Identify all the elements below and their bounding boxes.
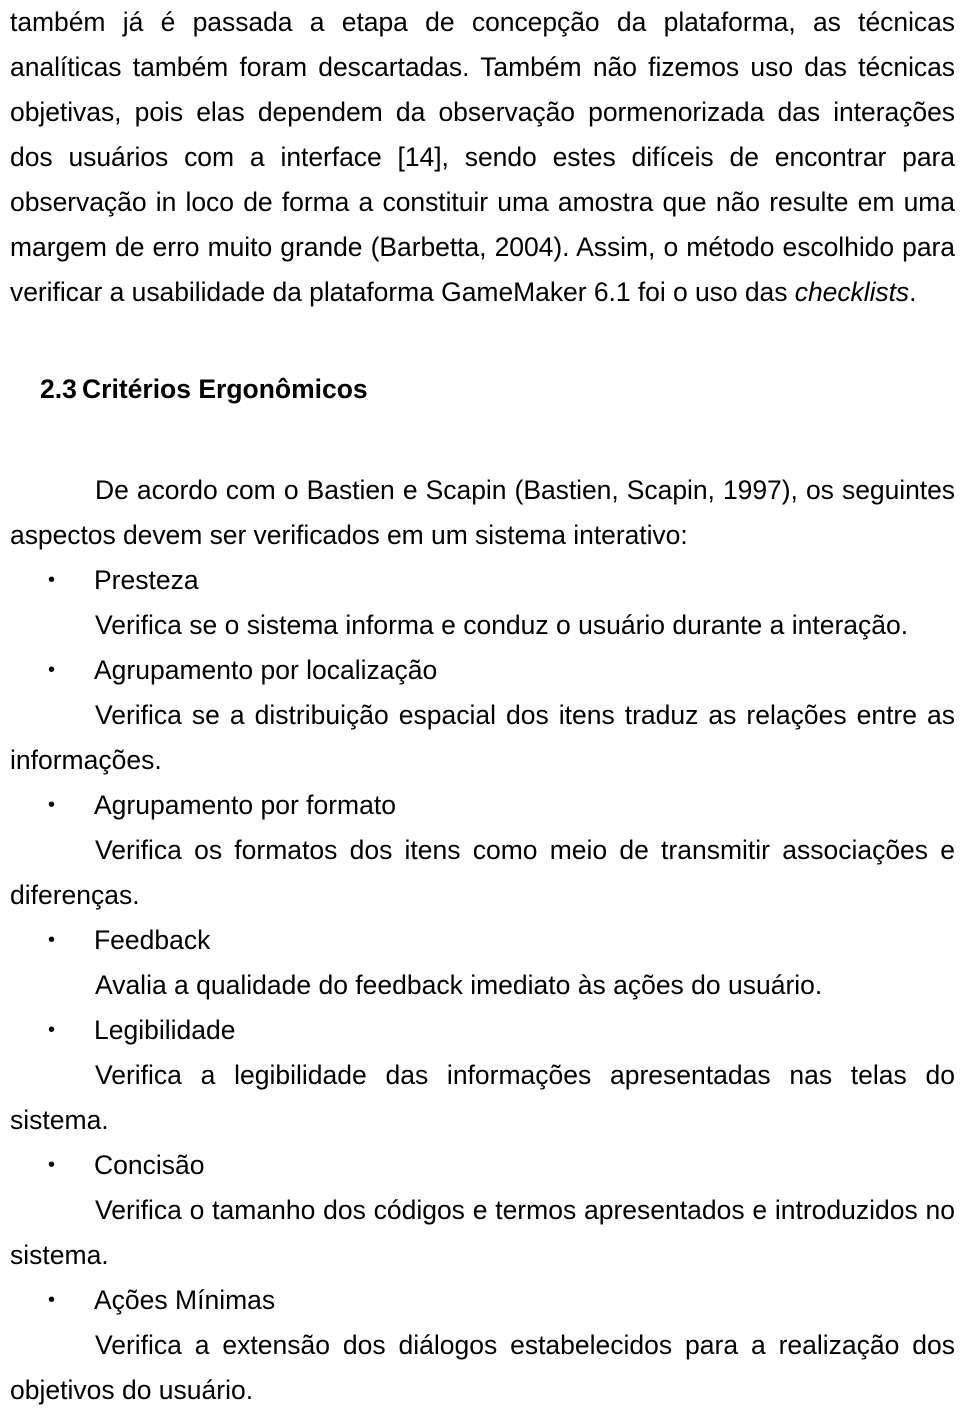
intro-paragraph: também já é passada a etapa de concepção… xyxy=(10,0,955,315)
list-item: • Agrupamento por formato Verifica os fo… xyxy=(10,783,955,918)
criterion-description: Verifica a legibilidade das informações … xyxy=(10,1060,955,1135)
criterion-term: Legibilidade xyxy=(94,1015,236,1045)
criteria-list: • Presteza Verifica se o sistema informa… xyxy=(10,558,955,1413)
criterion-term-row: • Legibilidade xyxy=(10,1008,955,1053)
criterion-term: Feedback xyxy=(94,925,211,955)
intro-paragraph-italic-term: checklists xyxy=(794,277,910,307)
bullet-icon: • xyxy=(48,1154,56,1176)
criterion-term-row: • Feedback xyxy=(10,918,955,963)
criterion-term: Ações Mínimas xyxy=(94,1285,276,1315)
criterion-description: Verifica a extensão dos diálogos estabel… xyxy=(10,1330,955,1405)
criterion-description: Verifica se a distribuição espacial dos … xyxy=(10,700,955,775)
criterion-description: Verifica se o sistema informa e conduz o… xyxy=(95,610,909,640)
criterion-description: Verifica os formatos dos itens como meio… xyxy=(10,835,955,910)
bullet-icon: • xyxy=(48,569,56,591)
bullet-icon: • xyxy=(48,1019,56,1041)
intro-paragraph-tail: . xyxy=(909,277,917,307)
lead-paragraph: De acordo com o Bastien e Scapin (Bastie… xyxy=(10,475,955,550)
list-item: • Presteza Verifica se o sistema informa… xyxy=(10,558,955,648)
section-heading: 2.3 Critérios Ergonômicos xyxy=(10,367,955,412)
criterion-term-row: • Agrupamento por formato xyxy=(10,783,955,828)
criterion-term-row: • Agrupamento por localização xyxy=(10,648,955,693)
criterion-description: Verifica o tamanho dos códigos e termos … xyxy=(10,1195,955,1270)
list-item: • Concisão Verifica o tamanho dos código… xyxy=(10,1143,955,1278)
criterion-term-row: • Concisão xyxy=(10,1143,955,1188)
bullet-icon: • xyxy=(48,929,56,951)
list-item: • Ações Mínimas Verifica a extensão dos … xyxy=(10,1278,955,1413)
criterion-term-row: • Ações Mínimas xyxy=(10,1278,955,1323)
criterion-term: Presteza xyxy=(94,565,199,595)
bullet-icon: • xyxy=(48,794,56,816)
spacer-after-heading xyxy=(10,412,955,468)
spacer-before-heading xyxy=(10,315,955,367)
section-number: 2.3 xyxy=(40,374,77,404)
bullet-icon: • xyxy=(48,1289,56,1311)
criterion-description: Avalia a qualidade do feedback imediato … xyxy=(95,970,823,1000)
intro-paragraph-lead: também já é passada a etapa de concepção… xyxy=(10,7,955,307)
section-title: Critérios Ergonômicos xyxy=(82,374,368,404)
criterion-term-row: • Presteza xyxy=(10,558,955,603)
bullet-icon: • xyxy=(48,659,56,681)
criterion-term: Agrupamento por localização xyxy=(94,655,438,685)
list-item: • Legibilidade Verifica a legibilidade d… xyxy=(10,1008,955,1143)
criterion-term: Agrupamento por formato xyxy=(94,790,396,820)
document-page: também já é passada a etapa de concepção… xyxy=(0,0,960,1405)
criterion-term: Concisão xyxy=(94,1150,205,1180)
list-item: • Feedback Avalia a qualidade do feedbac… xyxy=(10,918,955,1008)
list-item: • Agrupamento por localização Verifica s… xyxy=(10,648,955,783)
